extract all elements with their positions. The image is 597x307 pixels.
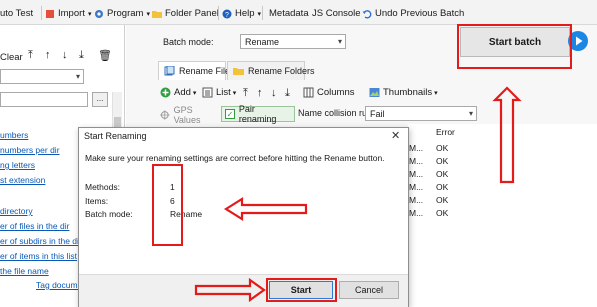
annotation-arrow-right [194,277,266,303]
annotation-arrow-up [492,86,522,184]
annotation-arrows [194,86,522,303]
annotation-arrow-left [223,197,308,221]
